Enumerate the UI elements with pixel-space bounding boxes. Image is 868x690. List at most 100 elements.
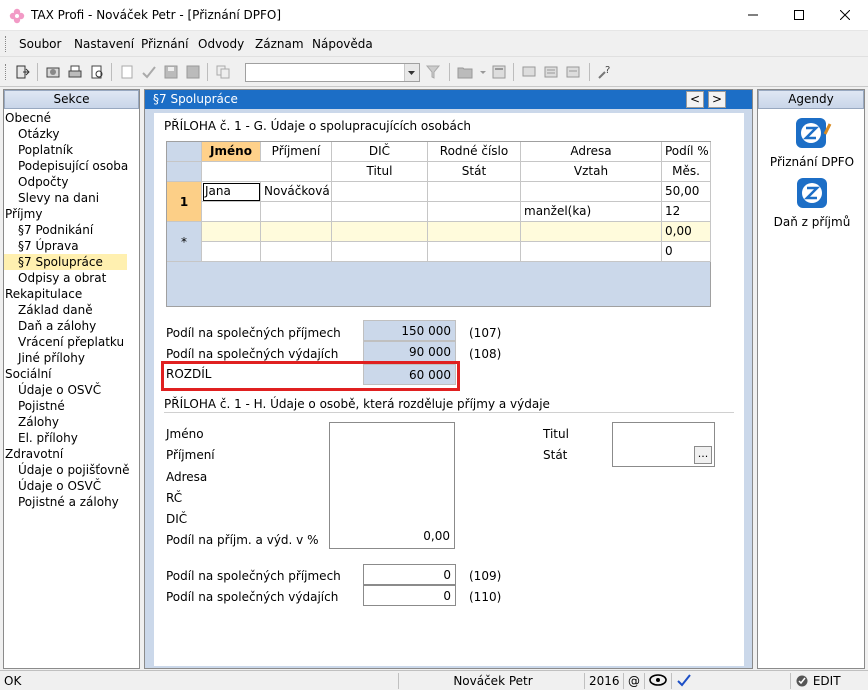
new-cell-adresa[interactable] <box>521 222 662 242</box>
header-stat[interactable]: Stát <box>428 162 521 182</box>
code-108: (108) <box>469 347 502 361</box>
sidebar-item[interactable]: Vrácení přeplatku <box>4 334 124 350</box>
new-cell-titul[interactable] <box>332 242 428 262</box>
sidebar-item[interactable]: Zálohy <box>4 414 59 430</box>
cell-vztah[interactable]: manžel(ka) <box>521 202 662 222</box>
sidebar-item[interactable]: Poplatník <box>4 142 73 158</box>
combo-dropdown-button[interactable] <box>404 64 419 81</box>
header-jmeno[interactable]: Jméno <box>202 142 261 162</box>
cell-titul[interactable] <box>332 202 428 222</box>
sidebar-item[interactable]: Odpočty <box>4 174 68 190</box>
cell-jmeno[interactable]: Jana <box>202 182 261 202</box>
svg-text:?: ? <box>605 65 610 76</box>
header-rodne-cislo[interactable]: Rodné číslo <box>428 142 521 162</box>
row-number[interactable]: 1 <box>167 182 202 222</box>
new-cell-podil[interactable]: 0,00 <box>662 222 711 242</box>
calculator-icon[interactable] <box>491 64 507 80</box>
cell-prijmeni[interactable]: Nováčková <box>261 182 332 202</box>
menu-grip[interactable] <box>5 36 8 52</box>
filter-icon[interactable] <box>425 64 441 80</box>
help-icon[interactable]: ? <box>597 64 613 80</box>
check-icon[interactable] <box>141 64 157 80</box>
next-section-button[interactable]: > <box>708 91 726 108</box>
new-row-marker[interactable]: * <box>167 222 202 262</box>
new-cell-prijmeni[interactable] <box>261 222 332 242</box>
sidebar-item[interactable]: Jiné přílohy <box>4 350 85 366</box>
menu-napoveda[interactable]: Nápověda <box>312 37 373 51</box>
previous-section-button[interactable]: < <box>686 91 704 108</box>
menu-odvody[interactable]: Odvody <box>198 37 244 51</box>
header-podil[interactable]: Podíl % <box>662 142 711 162</box>
sidebar-item[interactable]: Údaje o pojišťovně <box>4 462 129 478</box>
header-vztah[interactable]: Vztah <box>521 162 662 182</box>
close-button[interactable] <box>822 0 868 30</box>
folder-dropdown-icon[interactable] <box>475 64 491 80</box>
new-cell-vztah[interactable] <box>521 242 662 262</box>
sidebar-item[interactable]: Údaje o OSVČ <box>4 478 101 494</box>
folder-icon[interactable] <box>457 64 473 80</box>
minimize-button[interactable] <box>730 0 776 30</box>
header-dic[interactable]: DIČ <box>332 142 428 162</box>
menu-soubor[interactable]: Soubor <box>19 37 61 51</box>
sidebar-item[interactable]: Podepisující osoba <box>4 158 128 174</box>
cell-adresa[interactable] <box>521 182 662 202</box>
browse-button[interactable]: ... <box>694 446 712 464</box>
cell-dic[interactable] <box>332 182 428 202</box>
person-info-box[interactable]: 0,00 <box>329 422 455 549</box>
sidebar-item[interactable]: Pojistné a zálohy <box>4 494 119 510</box>
message-icon[interactable] <box>521 64 537 80</box>
header-titul[interactable]: Titul <box>332 162 428 182</box>
new-cell-rodne-cislo[interactable] <box>428 222 521 242</box>
list-icon[interactable] <box>543 64 559 80</box>
sidebar-item[interactable]: Příjmy <box>4 206 42 222</box>
print-preview-icon[interactable] <box>89 64 105 80</box>
new-cell-mesice[interactable]: 0 <box>662 242 711 262</box>
toolbar-grip[interactable] <box>5 64 8 80</box>
sidebar-item[interactable]: §7 Spolupráce <box>4 254 127 270</box>
menu-nastaveni[interactable]: Nastavení <box>74 37 134 51</box>
sidebar-item[interactable]: Údaje o OSVČ <box>4 382 101 398</box>
sidebar-item[interactable]: Sociální <box>4 366 52 382</box>
titul-stat-box[interactable]: ... <box>612 422 715 467</box>
toolbar-combo[interactable] <box>245 63 420 82</box>
save-icon[interactable] <box>163 64 179 80</box>
sidebar-item[interactable]: Rekapitulace <box>4 286 82 302</box>
new-document-icon[interactable] <box>119 64 135 80</box>
report-icon[interactable] <box>565 64 581 80</box>
agenda-dan-z-prijmu[interactable]: Daň z příjmů <box>758 176 866 229</box>
exit-door-icon[interactable] <box>14 64 30 80</box>
save-as-icon[interactable] <box>185 64 201 80</box>
sidebar-item[interactable]: Základ daně <box>4 302 93 318</box>
sidebar-item[interactable]: Pojistné <box>4 398 65 414</box>
header-mesice[interactable]: Měs. <box>662 162 711 182</box>
sidebar-item[interactable]: §7 Úprava <box>4 238 79 254</box>
sidebar-item[interactable]: Slevy na dani <box>4 190 99 206</box>
agenda-priznani-dpfo[interactable]: Přiznání DPFO <box>758 116 866 169</box>
maximize-button[interactable] <box>776 0 822 30</box>
header-adresa[interactable]: Adresa <box>521 142 662 162</box>
sidebar-item[interactable]: Obecné <box>4 110 51 126</box>
cell-mesice[interactable]: 12 <box>662 202 711 222</box>
header-prijmeni[interactable]: Příjmení <box>261 142 332 162</box>
sidebar-item[interactable]: Odpisy a obrat <box>4 270 106 286</box>
menu-zaznam[interactable]: Záznam <box>255 37 304 51</box>
settings-icon[interactable] <box>45 64 61 80</box>
sidebar-item[interactable]: Daň a zálohy <box>4 318 96 334</box>
print-icon[interactable] <box>67 64 83 80</box>
sidebar-item[interactable]: El. přílohy <box>4 430 78 446</box>
input-h-vydaje[interactable]: 0 <box>363 585 456 606</box>
label-rozdil: ROZDÍL <box>166 367 212 381</box>
sidebar-item[interactable]: Otázky <box>4 126 59 142</box>
new-cell-stat[interactable] <box>428 242 521 262</box>
cell-rodne-cislo[interactable] <box>428 182 521 202</box>
sidebar-item[interactable]: Zdravotní <box>4 446 63 462</box>
sidebar-item[interactable]: §7 Podnikání <box>4 222 93 238</box>
cell-podil[interactable]: 50,00 <box>662 182 711 202</box>
copy-icon[interactable] <box>215 64 231 80</box>
new-cell-dic[interactable] <box>332 222 428 242</box>
toolbar-separator <box>111 63 112 81</box>
new-cell-jmeno[interactable] <box>202 222 261 242</box>
input-h-prijmy[interactable]: 0 <box>363 564 456 585</box>
cell-stat[interactable] <box>428 202 521 222</box>
menu-priznani[interactable]: Přiznání <box>141 37 189 51</box>
